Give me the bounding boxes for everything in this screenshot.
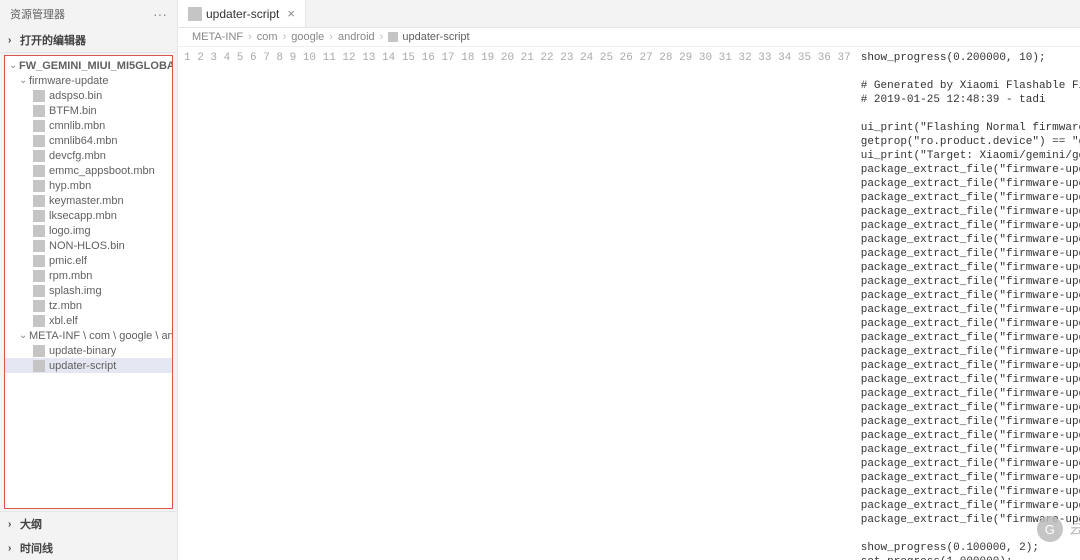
tree-file[interactable]: keymaster.mbn <box>5 193 172 208</box>
tree-file[interactable]: BTFM.bin <box>5 103 172 118</box>
file-icon <box>33 120 45 132</box>
file-label: keymaster.mbn <box>49 195 124 207</box>
file-label: devcfg.mbn <box>49 150 106 162</box>
chevron-right-icon: › <box>8 35 18 46</box>
tree-file[interactable]: lksecapp.mbn <box>5 208 172 223</box>
tree-file[interactable]: splash.img <box>5 283 172 298</box>
file-icon <box>388 32 398 42</box>
tree-file[interactable]: logo.img <box>5 223 172 238</box>
file-icon <box>33 345 45 357</box>
open-editors-label: 打开的编辑器 <box>20 32 86 48</box>
tree-file[interactable]: tz.mbn <box>5 298 172 313</box>
tree-file[interactable]: updater-script <box>5 358 172 373</box>
breadcrumb-current[interactable]: updater-script <box>402 31 469 43</box>
code-content[interactable]: show_progress(0.200000, 10); # Generated… <box>861 47 1080 560</box>
tree-file[interactable]: xbl.elf <box>5 313 172 328</box>
tree-file[interactable]: pmic.elf <box>5 253 172 268</box>
chevron-down-icon: ⌄ <box>9 60 19 71</box>
file-icon <box>33 195 45 207</box>
open-editors-section[interactable]: › 打开的编辑器 <box>0 28 177 53</box>
chevron-right-icon: › <box>8 543 18 554</box>
file-icon <box>33 270 45 282</box>
file-icon <box>33 105 45 117</box>
explorer-header: 资源管理器 ··· <box>0 0 177 28</box>
file-icon <box>33 285 45 297</box>
file-icon <box>33 150 45 162</box>
breadcrumb-part[interactable]: com <box>257 31 278 43</box>
breadcrumb-part[interactable]: META-INF <box>192 31 243 43</box>
close-icon[interactable]: × <box>287 6 295 21</box>
tree-file[interactable]: rpm.mbn <box>5 268 172 283</box>
outline-section[interactable]: › 大纲 <box>0 512 177 536</box>
tree-file[interactable]: cmnlib.mbn <box>5 118 172 133</box>
file-icon <box>33 180 45 192</box>
breadcrumb-part[interactable]: google <box>291 31 324 43</box>
file-icon <box>33 300 45 312</box>
folder-meta-inf[interactable]: ⌄ META-INF \ com \ google \ android <box>5 328 172 343</box>
file-icon <box>33 225 45 237</box>
bottom-panels: › 大纲 › 时间线 <box>0 511 177 560</box>
breadcrumb-part[interactable]: android <box>338 31 375 43</box>
file-icon <box>33 90 45 102</box>
tree-file[interactable]: hyp.mbn <box>5 178 172 193</box>
outline-label: 大纲 <box>20 516 42 532</box>
root-label: FW_GEMINI_MIUI_MI5GLOBAL_V10.2.2.0... <box>19 60 172 72</box>
tree-file[interactable]: devcfg.mbn <box>5 148 172 163</box>
tree-file[interactable]: update-binary <box>5 343 172 358</box>
file-icon <box>33 315 45 327</box>
file-label: logo.img <box>49 225 91 237</box>
file-icon <box>33 165 45 177</box>
folder-label: firmware-update <box>29 75 108 87</box>
file-label: splash.img <box>49 285 102 297</box>
file-tree: ⌄ FW_GEMINI_MIUI_MI5GLOBAL_V10.2.2.0... … <box>4 55 173 509</box>
tree-file[interactable]: NON-HLOS.bin <box>5 238 172 253</box>
tree-root[interactable]: ⌄ FW_GEMINI_MIUI_MI5GLOBAL_V10.2.2.0... <box>5 58 172 73</box>
folder-label: META-INF \ com \ google \ android <box>29 330 172 342</box>
file-label: cmnlib.mbn <box>49 120 105 132</box>
folder-firmware-update[interactable]: ⌄ firmware-update <box>5 73 172 88</box>
chevron-down-icon: ⌄ <box>19 330 29 341</box>
file-label: cmnlib64.mbn <box>49 135 117 147</box>
file-label: adspso.bin <box>49 90 102 102</box>
file-label: NON-HLOS.bin <box>49 240 125 252</box>
sidebar: 资源管理器 ··· › 打开的编辑器 ⌄ FW_GEMINI_MIUI_MI5G… <box>0 0 178 560</box>
editor-area: updater-script × B ▷ ▥ ··· META-INF› com… <box>178 0 1080 560</box>
file-label: tz.mbn <box>49 300 82 312</box>
file-label: lksecapp.mbn <box>49 210 117 222</box>
file-label: updater-script <box>49 360 116 372</box>
breadcrumb[interactable]: META-INF› com› google› android› updater-… <box>178 28 1080 47</box>
file-icon <box>33 360 45 372</box>
tab-active[interactable]: updater-script × <box>178 0 306 27</box>
file-label: pmic.elf <box>49 255 87 267</box>
timeline-section[interactable]: › 时间线 <box>0 536 177 560</box>
file-label: BTFM.bin <box>49 105 97 117</box>
explorer-title: 资源管理器 <box>10 6 65 22</box>
tree-file[interactable]: adspso.bin <box>5 88 172 103</box>
code-editor[interactable]: 1 2 3 4 5 6 7 8 9 10 11 12 13 14 15 16 1… <box>178 47 1080 560</box>
tab-bar: updater-script × B ▷ ▥ ··· <box>178 0 1080 28</box>
chevron-right-icon: › <box>8 519 18 530</box>
file-icon <box>33 240 45 252</box>
file-label: emmc_appsboot.mbn <box>49 165 155 177</box>
tree-file[interactable]: cmnlib64.mbn <box>5 133 172 148</box>
line-gutter: 1 2 3 4 5 6 7 8 9 10 11 12 13 14 15 16 1… <box>178 47 861 560</box>
chevron-down-icon: ⌄ <box>19 75 29 86</box>
file-icon <box>33 210 45 222</box>
file-label: update-binary <box>49 345 116 357</box>
file-icon <box>188 7 202 21</box>
tree-file[interactable]: emmc_appsboot.mbn <box>5 163 172 178</box>
timeline-label: 时间线 <box>20 540 53 556</box>
file-icon <box>33 135 45 147</box>
file-icon <box>33 255 45 267</box>
more-icon[interactable]: ··· <box>153 6 167 22</box>
file-label: hyp.mbn <box>49 180 91 192</box>
tab-label: updater-script <box>206 7 279 21</box>
file-label: rpm.mbn <box>49 270 92 282</box>
file-label: xbl.elf <box>49 315 78 327</box>
